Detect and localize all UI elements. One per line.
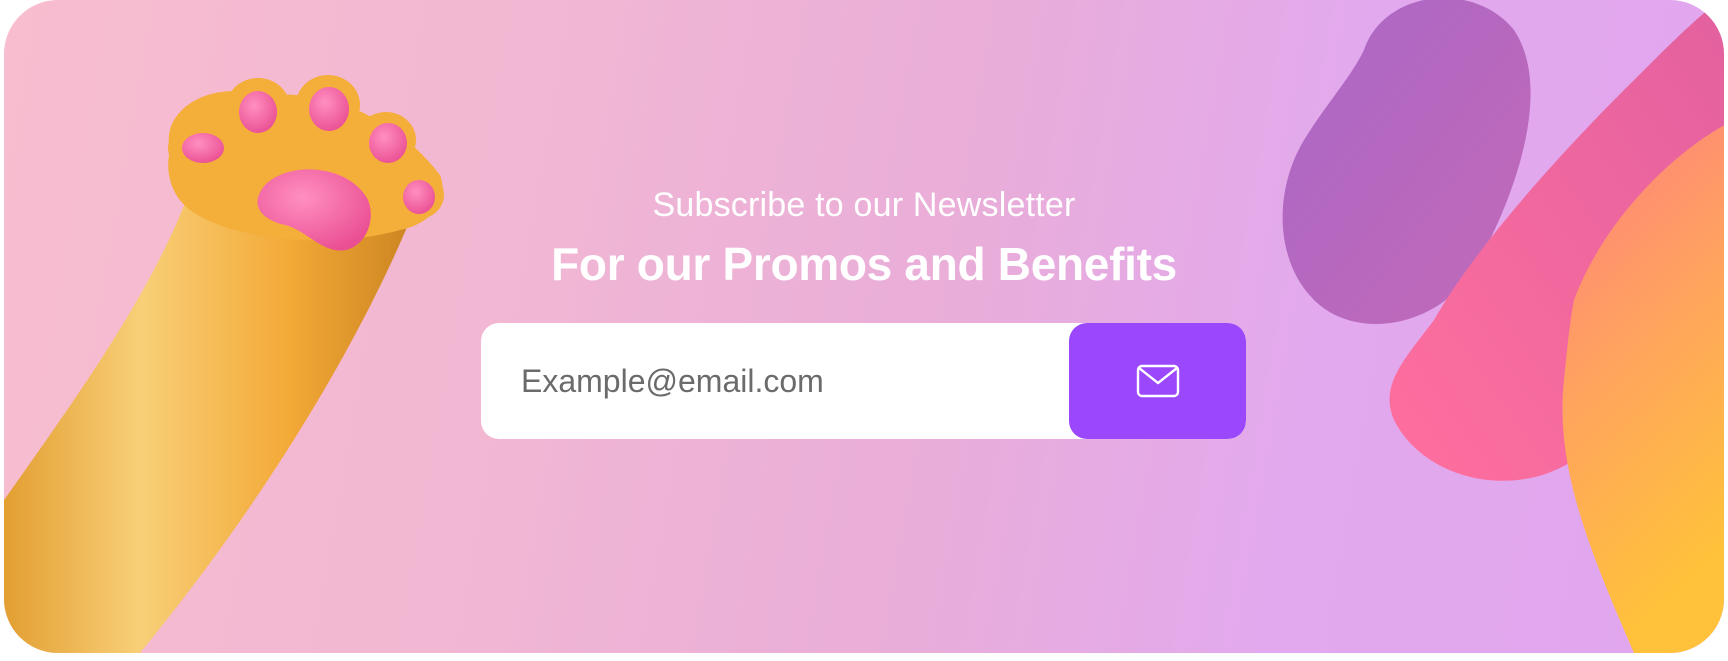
cat-paw-illustration bbox=[4, 75, 444, 653]
newsletter-banner: Subscribe to our Newsletter For our Prom… bbox=[4, 0, 1724, 653]
email-input[interactable] bbox=[481, 323, 1069, 439]
newsletter-headline: For our Promos and Benefits bbox=[551, 238, 1177, 290]
newsletter-subtitle: Subscribe to our Newsletter bbox=[652, 186, 1076, 224]
abstract-blob-shapes bbox=[1282, 0, 1724, 653]
mail-icon bbox=[1136, 364, 1179, 398]
subscribe-button[interactable] bbox=[1069, 323, 1246, 439]
subscribe-form bbox=[481, 323, 1246, 439]
